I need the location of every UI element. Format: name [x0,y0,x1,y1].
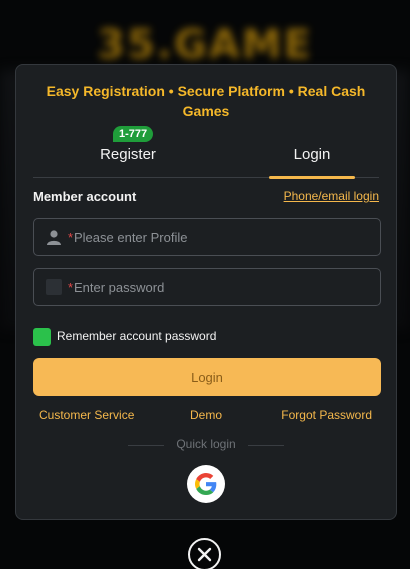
member-account-row: Member account Phone/email login [33,189,379,207]
divider-line-left [128,445,164,446]
profile-field[interactable]: * [33,218,381,256]
help-links: Customer Service Demo Forgot Password [33,408,379,424]
login-button[interactable]: Login [33,358,381,396]
profile-input[interactable] [74,219,374,255]
tab-login[interactable]: Login [243,140,381,179]
google-login-button[interactable] [187,465,225,503]
close-icon [197,547,212,562]
quick-login-divider: Quick login [16,437,396,453]
phone-email-login-link[interactable]: Phone/email login [284,189,379,203]
lock-icon [46,279,62,295]
remember-password-toggle[interactable]: Remember account password [33,328,293,346]
close-button[interactable] [188,538,221,569]
remember-label: Remember account password [57,329,217,343]
auth-tabs: 1-777 Register Login [33,126,381,179]
quick-login-label: Quick login [176,437,236,451]
register-bonus-badge: 1-777 [113,126,154,142]
member-account-label: Member account [33,189,137,204]
password-required-mark: * [68,280,74,295]
login-modal: Easy Registration • Secure Platform • Re… [15,64,397,520]
modal-tagline: Easy Registration • Secure Platform • Re… [46,83,366,119]
google-icon [195,473,217,495]
demo-link[interactable]: Demo [190,408,222,422]
password-input[interactable] [74,269,374,305]
profile-required-mark: * [68,230,74,245]
forgot-password-link[interactable]: Forgot Password [281,408,372,422]
divider-line-right [248,445,284,446]
tab-register-label: Register [100,146,156,163]
tab-register[interactable]: 1-777 Register [33,126,223,178]
tab-login-label: Login [293,146,331,163]
remember-checkbox[interactable] [33,328,51,346]
customer-service-link[interactable]: Customer Service [39,408,134,422]
password-field[interactable]: * [33,268,381,306]
backdrop-brand-logo: 35.GAME [97,22,313,68]
user-icon [47,230,61,245]
